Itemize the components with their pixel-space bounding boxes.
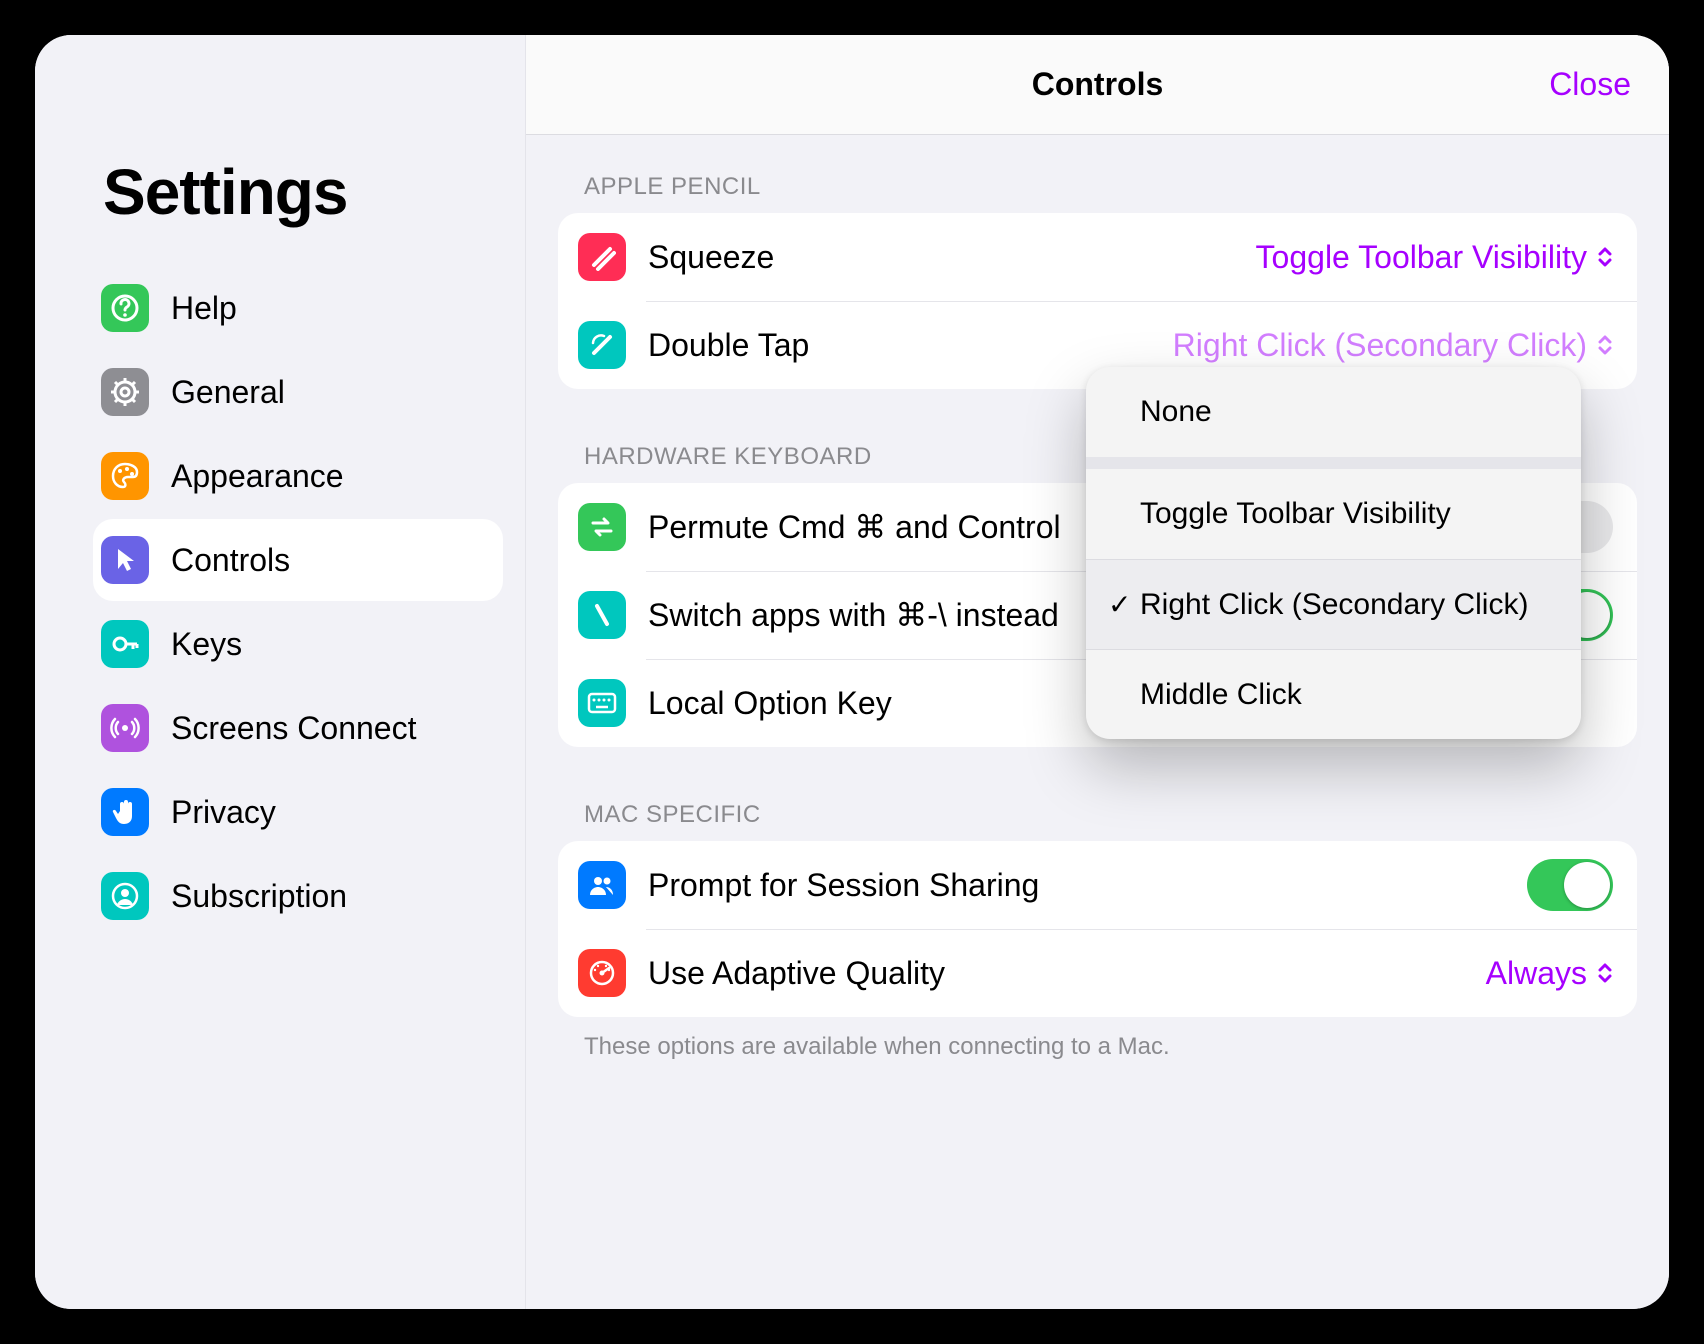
sidebar-item-label: Help — [171, 290, 237, 327]
popover-option-middle-click[interactable]: Middle Click — [1086, 649, 1581, 739]
group-apple-pencil: Squeeze Toggle Toolbar Visibility Double… — [558, 213, 1637, 389]
sidebar-item-subscription[interactable]: Subscription — [93, 855, 503, 937]
sidebar-item-label: Appearance — [171, 458, 344, 495]
row-label: Squeeze — [648, 239, 1256, 276]
close-button[interactable]: Close — [1549, 66, 1631, 103]
row-session-sharing: Prompt for Session Sharing — [558, 841, 1637, 929]
page-title: Controls — [1032, 66, 1164, 103]
sidebar-item-label: Controls — [171, 542, 290, 579]
popover-option-none[interactable]: None — [1086, 367, 1581, 457]
session-sharing-switch[interactable] — [1527, 859, 1613, 911]
sidebar-item-label: Privacy — [171, 794, 276, 831]
sidebar: Settings Help General Appearance Control… — [35, 35, 525, 1309]
section-mac-specific: MAC SPECIFIC — [584, 801, 1637, 829]
updown-chevron-icon — [1597, 962, 1613, 984]
sidebar-item-controls[interactable]: Controls — [93, 519, 503, 601]
gear-icon — [101, 368, 149, 416]
popover-option-label: None — [1140, 393, 1557, 431]
row-squeeze[interactable]: Squeeze Toggle Toolbar Visibility — [558, 213, 1637, 301]
palette-icon — [101, 452, 149, 500]
popover-option-right-click[interactable]: ✓ Right Click (Secondary Click) — [1086, 559, 1581, 649]
hand-icon — [101, 788, 149, 836]
popover-option-label: Middle Click — [1140, 676, 1557, 714]
squeeze-value-picker[interactable]: Toggle Toolbar Visibility — [1256, 239, 1613, 276]
double-tap-icon — [578, 321, 626, 369]
gauge-icon — [578, 949, 626, 997]
help-icon — [101, 284, 149, 332]
row-label: Double Tap — [648, 327, 1173, 364]
sidebar-item-keys[interactable]: Keys — [93, 603, 503, 685]
backslash-icon — [578, 591, 626, 639]
sidebar-item-label: General — [171, 374, 285, 411]
popover-option-toggle-toolbar[interactable]: Toggle Toolbar Visibility — [1086, 469, 1581, 559]
squeeze-icon — [578, 233, 626, 281]
popover-option-label: Right Click (Secondary Click) — [1140, 586, 1557, 624]
mac-specific-note: These options are available when connect… — [584, 1033, 1637, 1061]
cursor-icon — [101, 536, 149, 584]
broadcast-icon — [101, 704, 149, 752]
row-adaptive-quality[interactable]: Use Adaptive Quality Always — [558, 929, 1637, 1017]
sidebar-item-label: Screens Connect — [171, 710, 416, 747]
swap-icon — [578, 503, 626, 551]
sidebar-title: Settings — [103, 155, 503, 229]
check-icon: ✓ — [1108, 588, 1140, 621]
content-pane: Controls Close APPLE PENCIL Squeeze Togg… — [525, 35, 1669, 1309]
sidebar-item-help[interactable]: Help — [93, 267, 503, 349]
sidebar-item-appearance[interactable]: Appearance — [93, 435, 503, 517]
popover-option-label: Toggle Toolbar Visibility — [1140, 495, 1557, 533]
popover-separator — [1086, 457, 1581, 469]
settings-window: Settings Help General Appearance Control… — [35, 35, 1669, 1309]
double-tap-popover: None Toggle Toolbar Visibility ✓ Right C… — [1086, 367, 1581, 739]
keyboard-icon — [578, 679, 626, 727]
sidebar-item-screens-connect[interactable]: Screens Connect — [93, 687, 503, 769]
sidebar-item-label: Subscription — [171, 878, 347, 915]
sidebar-item-privacy[interactable]: Privacy — [93, 771, 503, 853]
updown-chevron-icon — [1597, 246, 1613, 268]
adaptive-value-picker[interactable]: Always — [1486, 955, 1613, 992]
content-header: Controls Close — [526, 35, 1669, 135]
sidebar-item-label: Keys — [171, 626, 242, 663]
key-icon — [101, 620, 149, 668]
row-label: Prompt for Session Sharing — [648, 867, 1527, 904]
row-label: Use Adaptive Quality — [648, 955, 1486, 992]
group-mac-specific: Prompt for Session Sharing Use Adaptive … — [558, 841, 1637, 1017]
section-apple-pencil: APPLE PENCIL — [584, 173, 1637, 201]
people-icon — [578, 861, 626, 909]
sidebar-item-general[interactable]: General — [93, 351, 503, 433]
double-tap-value-picker[interactable]: Right Click (Secondary Click) — [1173, 327, 1613, 364]
person-icon — [101, 872, 149, 920]
updown-chevron-icon — [1597, 334, 1613, 356]
